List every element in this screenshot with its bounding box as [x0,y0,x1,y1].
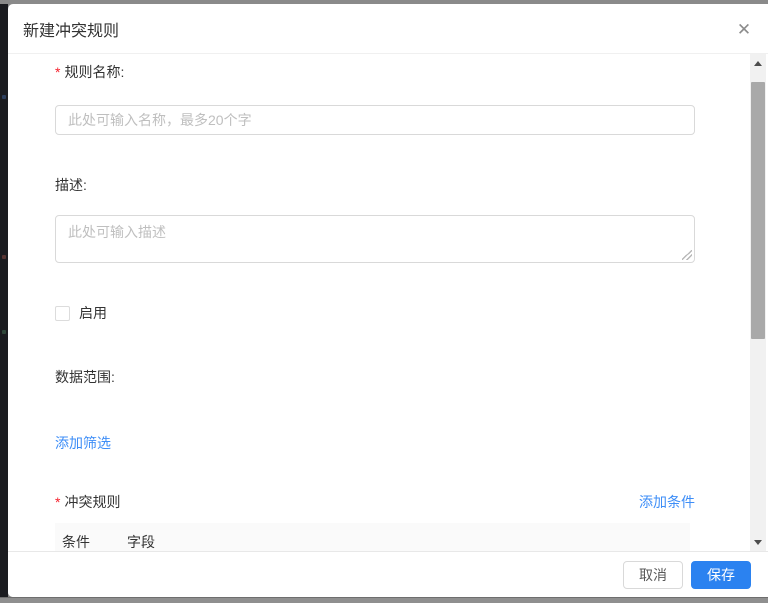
conflict-table-header: 条件 字段 [55,523,690,551]
background-artifact [2,330,6,334]
dimmed-background-page [0,4,8,597]
rule-name-label: *规则名称: [55,62,695,82]
required-asterisk: * [55,64,60,80]
description-textarea[interactable] [55,215,695,263]
rule-name-input[interactable] [55,105,695,135]
add-condition-link[interactable]: 添加条件 [639,492,695,512]
save-button[interactable]: 保存 [691,561,751,589]
create-conflict-rule-dialog: 新建冲突规则 ✕ *规则名称: 描述: 启用 数据范围: 添加筛选 *冲突规则 … [8,4,768,597]
data-scope-label: 数据范围: [55,367,695,387]
add-filter-link[interactable]: 添加筛选 [55,433,111,453]
description-field-wrap [55,215,695,263]
conflict-rule-label: *冲突规则 [55,492,120,512]
cancel-button[interactable]: 取消 [623,561,683,589]
conflict-rule-row: *冲突规则 添加条件 [55,492,695,512]
dialog-title: 新建冲突规则 [23,17,119,41]
description-label: 描述: [55,175,695,195]
textarea-resize-handle[interactable] [682,250,692,260]
rule-name-label-text: 规则名称: [64,64,124,80]
required-asterisk: * [55,494,60,510]
enable-row: 启用 [55,303,695,323]
column-header-field: 字段 [127,532,155,552]
background-artifact [2,95,6,99]
form-content: *规则名称: 描述: 启用 数据范围: 添加筛选 *冲突规则 添加条件 条件 字… [8,54,768,551]
scroll-down-arrow-icon[interactable] [750,533,766,551]
background-artifact [2,255,6,259]
dialog-footer: 取消 保存 [8,551,768,597]
scroll-up-arrow-icon[interactable] [750,54,766,72]
scrollbar-thumb[interactable] [751,82,765,339]
dialog-header: 新建冲突规则 ✕ [8,4,768,54]
enable-label: 启用 [79,303,107,323]
vertical-scrollbar[interactable] [750,54,766,551]
conflict-rule-label-text: 冲突规则 [64,492,120,512]
column-header-condition: 条件 [62,532,127,552]
dialog-body: *规则名称: 描述: 启用 数据范围: 添加筛选 *冲突规则 添加条件 条件 字… [8,54,768,551]
close-icon[interactable]: ✕ [732,18,756,42]
window-bottom-edge [0,597,768,603]
enable-checkbox[interactable] [55,306,70,321]
